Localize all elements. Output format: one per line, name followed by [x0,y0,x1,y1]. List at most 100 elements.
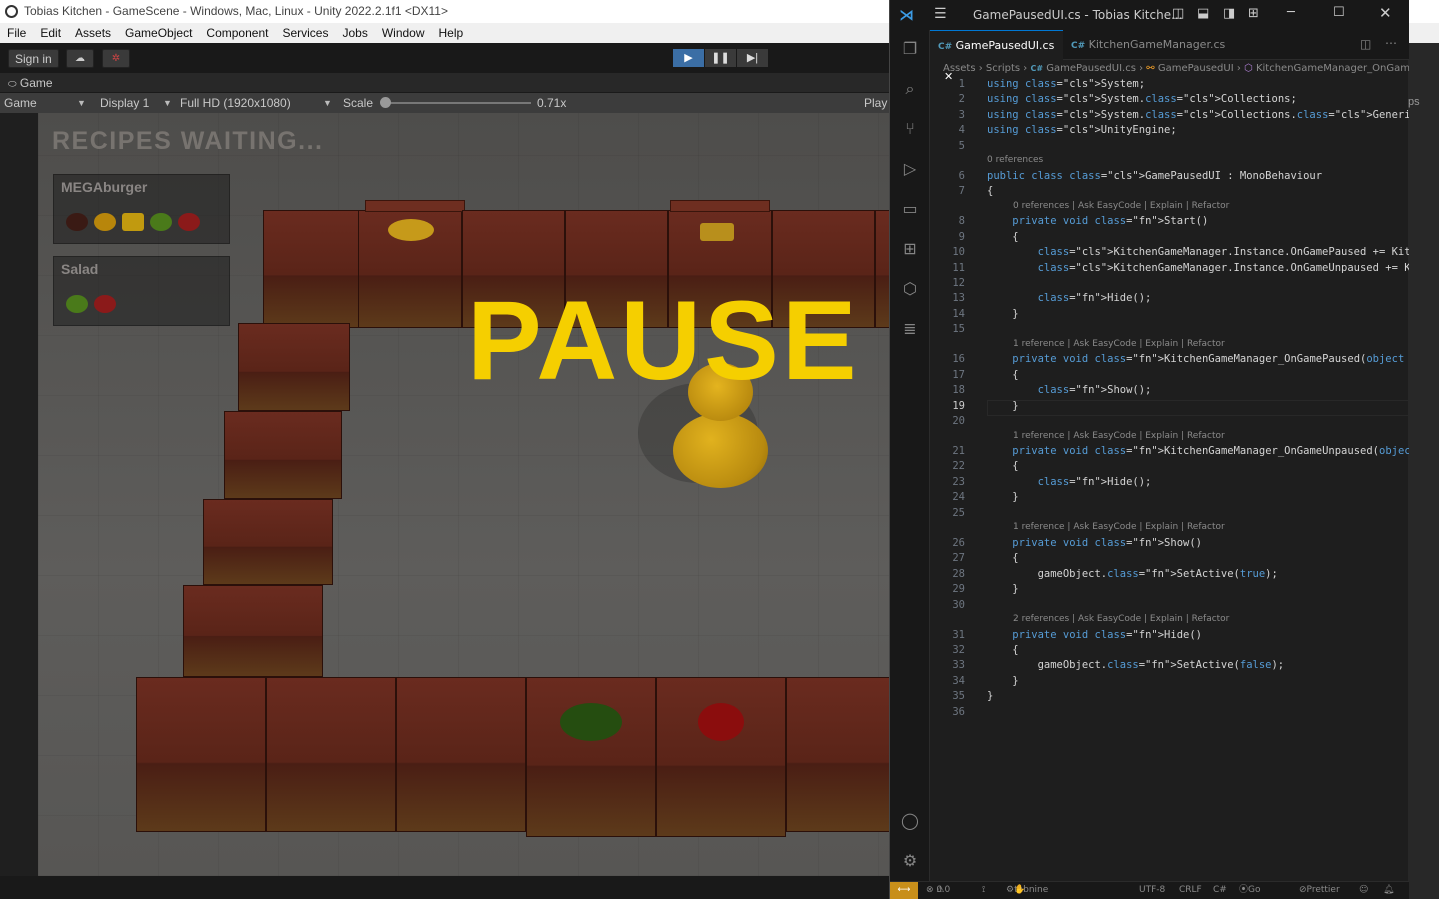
explorer-icon[interactable]: ❐ [899,38,921,60]
code-line[interactable]: { [987,552,1018,564]
play-button[interactable]: ▶ [673,49,704,67]
remote-explorer-icon[interactable]: ▭ [899,198,921,220]
more-actions-icon[interactable]: ⋯ [1385,36,1397,50]
code-line[interactable]: } [987,491,1018,503]
unity-status-icon[interactable]: ⟟ [982,882,985,899]
play-focused-dropdown[interactable]: Play [864,93,887,113]
code-line[interactable]: using class="cls">System.class="cls">Col… [987,93,1297,105]
feedback-icon[interactable]: ☺ [1359,882,1368,899]
code-line[interactable]: class="fn">Hide(); [987,476,1152,488]
chevron-down-icon: ▼ [77,98,86,108]
tab-kitchengamemanager[interactable]: C# KitchenGameManager.cs [1063,30,1228,60]
unity-icon[interactable]: ⬡ [899,278,921,300]
game-viewport[interactable]: RECIPES WAITING... MEGAburger Salad PAUS… [38,113,891,876]
menu-assets[interactable]: Assets [68,26,118,40]
breadcrumb-item[interactable]: Scripts [986,63,1020,74]
resolution-dropdown[interactable]: Full HD (1920x1080) [180,93,291,113]
collab-icon[interactable]: ✲ [102,49,130,68]
code-line[interactable]: class="cls">KitchenGameManager.Instance.… [987,262,1409,274]
tabnine-status[interactable]: ⚙ tabnine starter ✋ [1006,882,1048,899]
code-line[interactable]: gameObject.class="fn">SetActive(false); [987,659,1285,671]
notifications-icon[interactable]: 🔔︎ [1383,882,1394,899]
language-status[interactable]: C# [1213,882,1227,899]
code-line[interactable]: { [987,369,1018,381]
code-line[interactable]: } [987,308,1018,320]
breadcrumb-item[interactable]: KitchenGameManager_OnGam [1256,63,1409,74]
code-line[interactable]: private void class="fn">Hide() [987,629,1202,641]
code-line[interactable]: } [987,400,1018,412]
hamburger-menu-icon[interactable]: ☰ [934,6,947,22]
code-line[interactable]: private void class="fn">KitchenGameManag… [987,353,1409,365]
code-line[interactable]: { [987,460,1018,472]
outline-icon[interactable]: ≣ [899,318,921,340]
menu-window[interactable]: Window [375,26,432,40]
code-line[interactable]: private void class="fn">Start() [987,215,1208,227]
codelens[interactable]: 1 reference | Ask EasyCode | Explain | R… [1013,522,1225,532]
menu-file[interactable]: File [0,26,33,40]
toggle-sidebar-icon[interactable]: ◫ [1172,6,1184,21]
line-number: 3 [958,108,965,121]
code-line[interactable]: } [987,583,1018,595]
pause-button[interactable]: ❚❚ [705,49,736,67]
settings-gear-icon[interactable]: ⚙ [899,850,921,872]
minimize-icon[interactable]: ─ [1287,5,1295,20]
code-line[interactable]: using class="cls">System.class="cls">Col… [987,109,1409,121]
breadcrumb-item[interactable]: Assets [943,63,976,74]
code-line[interactable]: class="fn">Show(); [987,384,1152,396]
breadcrumb-item[interactable]: GamePausedUI [1158,63,1234,74]
split-editor-icon[interactable]: ◫ [1360,37,1371,51]
menu-gameobject[interactable]: GameObject [118,26,199,40]
view-dropdown[interactable]: Game [4,93,37,113]
eol-status[interactable]: CRLF [1179,882,1202,899]
code-line[interactable]: public class class="cls">GamePausedUI : … [987,170,1322,182]
code-line[interactable]: private void class="fn">KitchenGameManag… [987,445,1409,457]
code-line[interactable]: { [987,644,1018,656]
scale-slider[interactable] [386,102,531,104]
menu-help[interactable]: Help [432,26,471,40]
codelens[interactable]: 0 references [987,155,1043,165]
code-line[interactable]: class="fn">Hide(); [987,292,1152,304]
code-line[interactable]: class="cls">KitchenGameManager.Instance.… [987,246,1409,258]
code-line[interactable]: { [987,231,1018,243]
menu-edit[interactable]: Edit [33,26,68,40]
panel-tab-fragment[interactable]: ps [1408,96,1420,108]
menu-services[interactable]: Services [275,26,335,40]
menu-jobs[interactable]: Jobs [335,26,374,40]
source-control-icon[interactable]: ⑂ [899,118,921,140]
codelens[interactable]: 1 reference | Ask EasyCode | Explain | R… [1013,339,1225,349]
prettier-status[interactable]: ⊘ Prettier [1299,882,1340,899]
tab-gamepauseduI[interactable]: C# GamePausedUI.cs ✕ [930,30,1063,83]
remote-indicator-icon[interactable]: ⟷ [890,882,918,899]
toggle-secondary-sidebar-icon[interactable]: ◨ [1223,6,1235,21]
problems-indicator[interactable]: ⊗ 0 ⚠ 0 [926,882,950,899]
display-dropdown[interactable]: Display 1 [100,93,149,113]
extensions-icon[interactable]: ⊞ [899,238,921,260]
code-line[interactable]: { [987,185,993,197]
code-line[interactable]: private void class="fn">Show() [987,537,1202,549]
encoding-status[interactable]: UTF-8 [1139,882,1165,899]
scale-slider-handle[interactable] [380,97,391,108]
code-line[interactable]: using class="cls">System; [987,78,1145,90]
breadcrumb-item[interactable]: GamePausedUI.cs [1046,63,1136,74]
maximize-icon[interactable]: ☐ [1333,5,1345,20]
run-debug-icon[interactable]: ▷ [899,158,921,180]
bun-icon [388,219,434,241]
menu-component[interactable]: Component [199,26,275,40]
sign-in-button[interactable]: Sign in [8,49,59,68]
codelens[interactable]: 1 reference | Ask EasyCode | Explain | R… [1013,431,1225,441]
toggle-panel-icon[interactable]: ⬓ [1197,6,1209,21]
step-button[interactable]: ▶| [737,49,768,67]
close-icon[interactable]: ✕ [1379,4,1392,22]
accounts-icon[interactable]: ◯ [899,810,921,832]
code-line[interactable]: } [987,690,993,702]
go-live-button[interactable]: ⦿ Go Live [1239,882,1261,899]
codelens[interactable]: 0 references | Ask EasyCode | Explain | … [1013,201,1229,211]
code-editor[interactable]: 1 using class="cls">System; 2 using class="… [930,77,1409,881]
cloud-icon[interactable]: ☁ [66,49,94,68]
code-line[interactable]: gameObject.class="fn">SetActive(true); [987,568,1278,580]
code-line[interactable]: } [987,675,1018,687]
customize-layout-icon[interactable]: ⊞ [1248,6,1259,21]
code-line[interactable]: using class="cls">UnityEngine; [987,124,1177,136]
search-icon[interactable]: ⌕ [899,78,921,100]
codelens[interactable]: 2 references | Ask EasyCode | Explain | … [1013,614,1229,624]
